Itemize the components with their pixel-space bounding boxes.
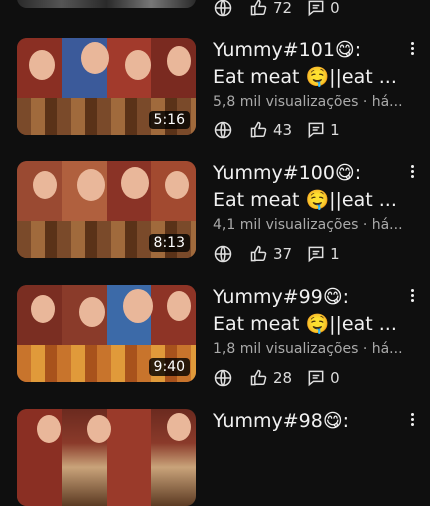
video-title[interactable]: Yummy#98😋:	[213, 408, 398, 435]
comment-count: 0	[330, 0, 340, 17]
video-meta: 1,8 mil visualizações · há...	[213, 341, 403, 357]
video-thumbnail[interactable]	[17, 409, 196, 506]
video-title[interactable]: Yummy#100😋: Eat meat 🤤||eat ...	[213, 160, 398, 214]
video-meta: 5,8 mil visualizações · há...	[213, 94, 403, 110]
video-actions: 72 0	[213, 0, 340, 19]
comment-icon[interactable]	[306, 244, 326, 264]
video-duration: 8:13	[148, 234, 190, 252]
thumbs-up-icon[interactable]	[249, 0, 269, 18]
globe-icon	[214, 369, 232, 387]
globe-icon	[214, 0, 232, 17]
comment-count: 1	[330, 245, 340, 263]
video-actions: 28 0	[213, 367, 340, 389]
more-vert-icon[interactable]	[406, 40, 418, 60]
like-count: 72	[273, 0, 293, 17]
comment-icon[interactable]	[306, 0, 326, 18]
like-count: 28	[273, 369, 293, 387]
like-count: 37	[273, 245, 293, 263]
video-actions: 43 1	[213, 119, 340, 141]
globe-icon	[214, 245, 232, 263]
video-title[interactable]: Yummy#99😋: Eat meat 🤤||eat ...	[213, 284, 398, 338]
video-thumbnail[interactable]	[17, 0, 196, 8]
thumbs-up-icon[interactable]	[249, 120, 269, 140]
video-thumbnail[interactable]: 8:13	[17, 161, 196, 258]
comment-count: 1	[330, 121, 340, 139]
thumbs-up-icon[interactable]	[249, 368, 269, 388]
thumbs-up-icon[interactable]	[249, 244, 269, 264]
comment-count: 0	[330, 369, 340, 387]
video-title[interactable]: Yummy#101😋: Eat meat 🤤||eat ...	[213, 37, 398, 91]
like-count: 43	[273, 121, 293, 139]
video-thumbnail[interactable]: 5:16	[17, 38, 196, 135]
video-duration: 9:40	[148, 358, 190, 376]
globe-icon	[214, 121, 232, 139]
video-duration: 5:16	[148, 111, 190, 129]
video-actions: 37 1	[213, 243, 340, 265]
comment-icon[interactable]	[306, 368, 326, 388]
more-vert-icon[interactable]	[406, 287, 418, 307]
comment-icon[interactable]	[306, 120, 326, 140]
video-thumbnail[interactable]: 9:40	[17, 285, 196, 382]
video-meta: 4,1 mil visualizações · há...	[213, 217, 403, 233]
more-vert-icon[interactable]	[406, 163, 418, 183]
more-vert-icon[interactable]	[406, 411, 418, 431]
